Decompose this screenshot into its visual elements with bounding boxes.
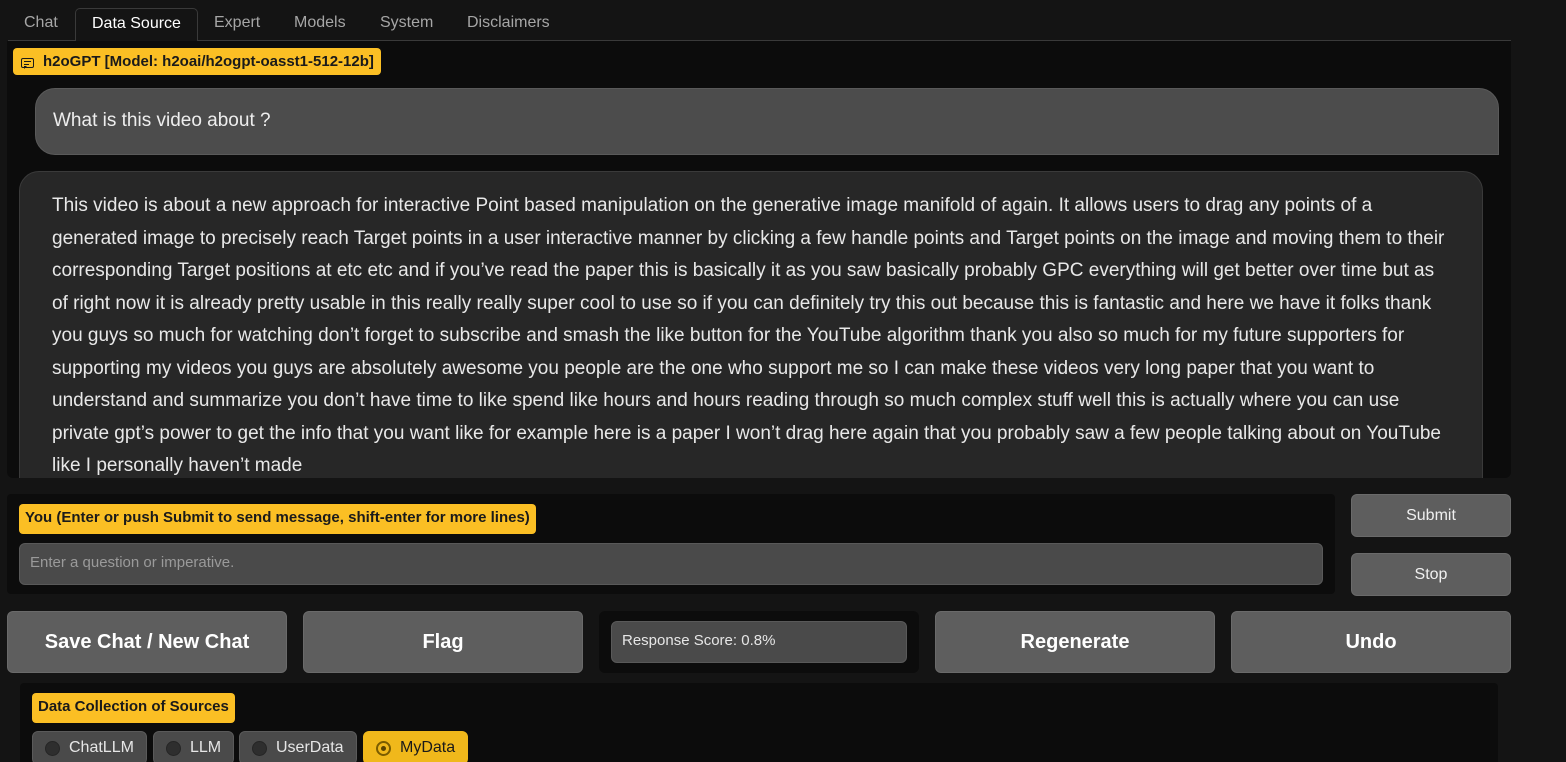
tab-expert[interactable]: Expert <box>198 8 276 42</box>
radio-mydata[interactable]: MyData <box>363 731 469 762</box>
undo-button[interactable]: Undo <box>1231 611 1511 673</box>
response-score-panel: Response Score: 0.8% <box>599 611 919 673</box>
radio-circle-icon <box>166 741 181 756</box>
radio-llm[interactable]: LLM <box>153 731 235 762</box>
tab-models[interactable]: Models <box>278 8 362 42</box>
tab-system[interactable]: System <box>364 8 449 42</box>
radio-label: LLM <box>190 739 222 756</box>
radio-selected-icon <box>376 741 391 756</box>
radio-userdata[interactable]: UserData <box>239 731 357 762</box>
model-label-text: h2oGPT [Model: h2oai/h2ogpt-oasst1-512-1… <box>43 52 374 70</box>
radio-label: ChatLLM <box>69 739 134 756</box>
regenerate-button[interactable]: Regenerate <box>935 611 1215 673</box>
tab-data-source[interactable]: Data Source <box>75 8 198 42</box>
submit-button[interactable]: Submit <box>1351 494 1511 537</box>
radio-chatllm[interactable]: ChatLLM <box>32 731 147 762</box>
user-message: What is this video about ? <box>35 88 1499 155</box>
data-collection-label: Data Collection of Sources <box>32 693 235 723</box>
tab-chat[interactable]: Chat <box>8 8 74 42</box>
radio-circle-icon <box>45 741 60 756</box>
radio-label: MyData <box>400 739 456 756</box>
model-label: h2oGPT [Model: h2oai/h2ogpt-oasst1-512-1… <box>13 48 381 75</box>
radio-label: UserData <box>276 739 344 756</box>
tab-disclaimers[interactable]: Disclaimers <box>451 8 566 42</box>
response-score: Response Score: 0.8% <box>611 621 907 663</box>
tab-bar: Chat Data Source Expert Models System Di… <box>8 6 1511 42</box>
input-panel: You (Enter or push Submit to send messag… <box>7 494 1335 594</box>
save-chat-button[interactable]: Save Chat / New Chat <box>7 611 287 673</box>
flag-button[interactable]: Flag <box>303 611 583 673</box>
chatbot-panel: h2oGPT [Model: h2oai/h2ogpt-oasst1-512-1… <box>7 41 1511 478</box>
data-collection-panel: Data Collection of Sources ChatLLM LLM U… <box>20 683 1498 762</box>
question-input[interactable] <box>19 543 1323 585</box>
input-label: You (Enter or push Submit to send messag… <box>19 504 536 534</box>
bot-message: This video is about a new approach for i… <box>19 171 1483 478</box>
radio-circle-icon <box>252 741 267 756</box>
chat-icon <box>21 57 34 69</box>
stop-button[interactable]: Stop <box>1351 553 1511 596</box>
